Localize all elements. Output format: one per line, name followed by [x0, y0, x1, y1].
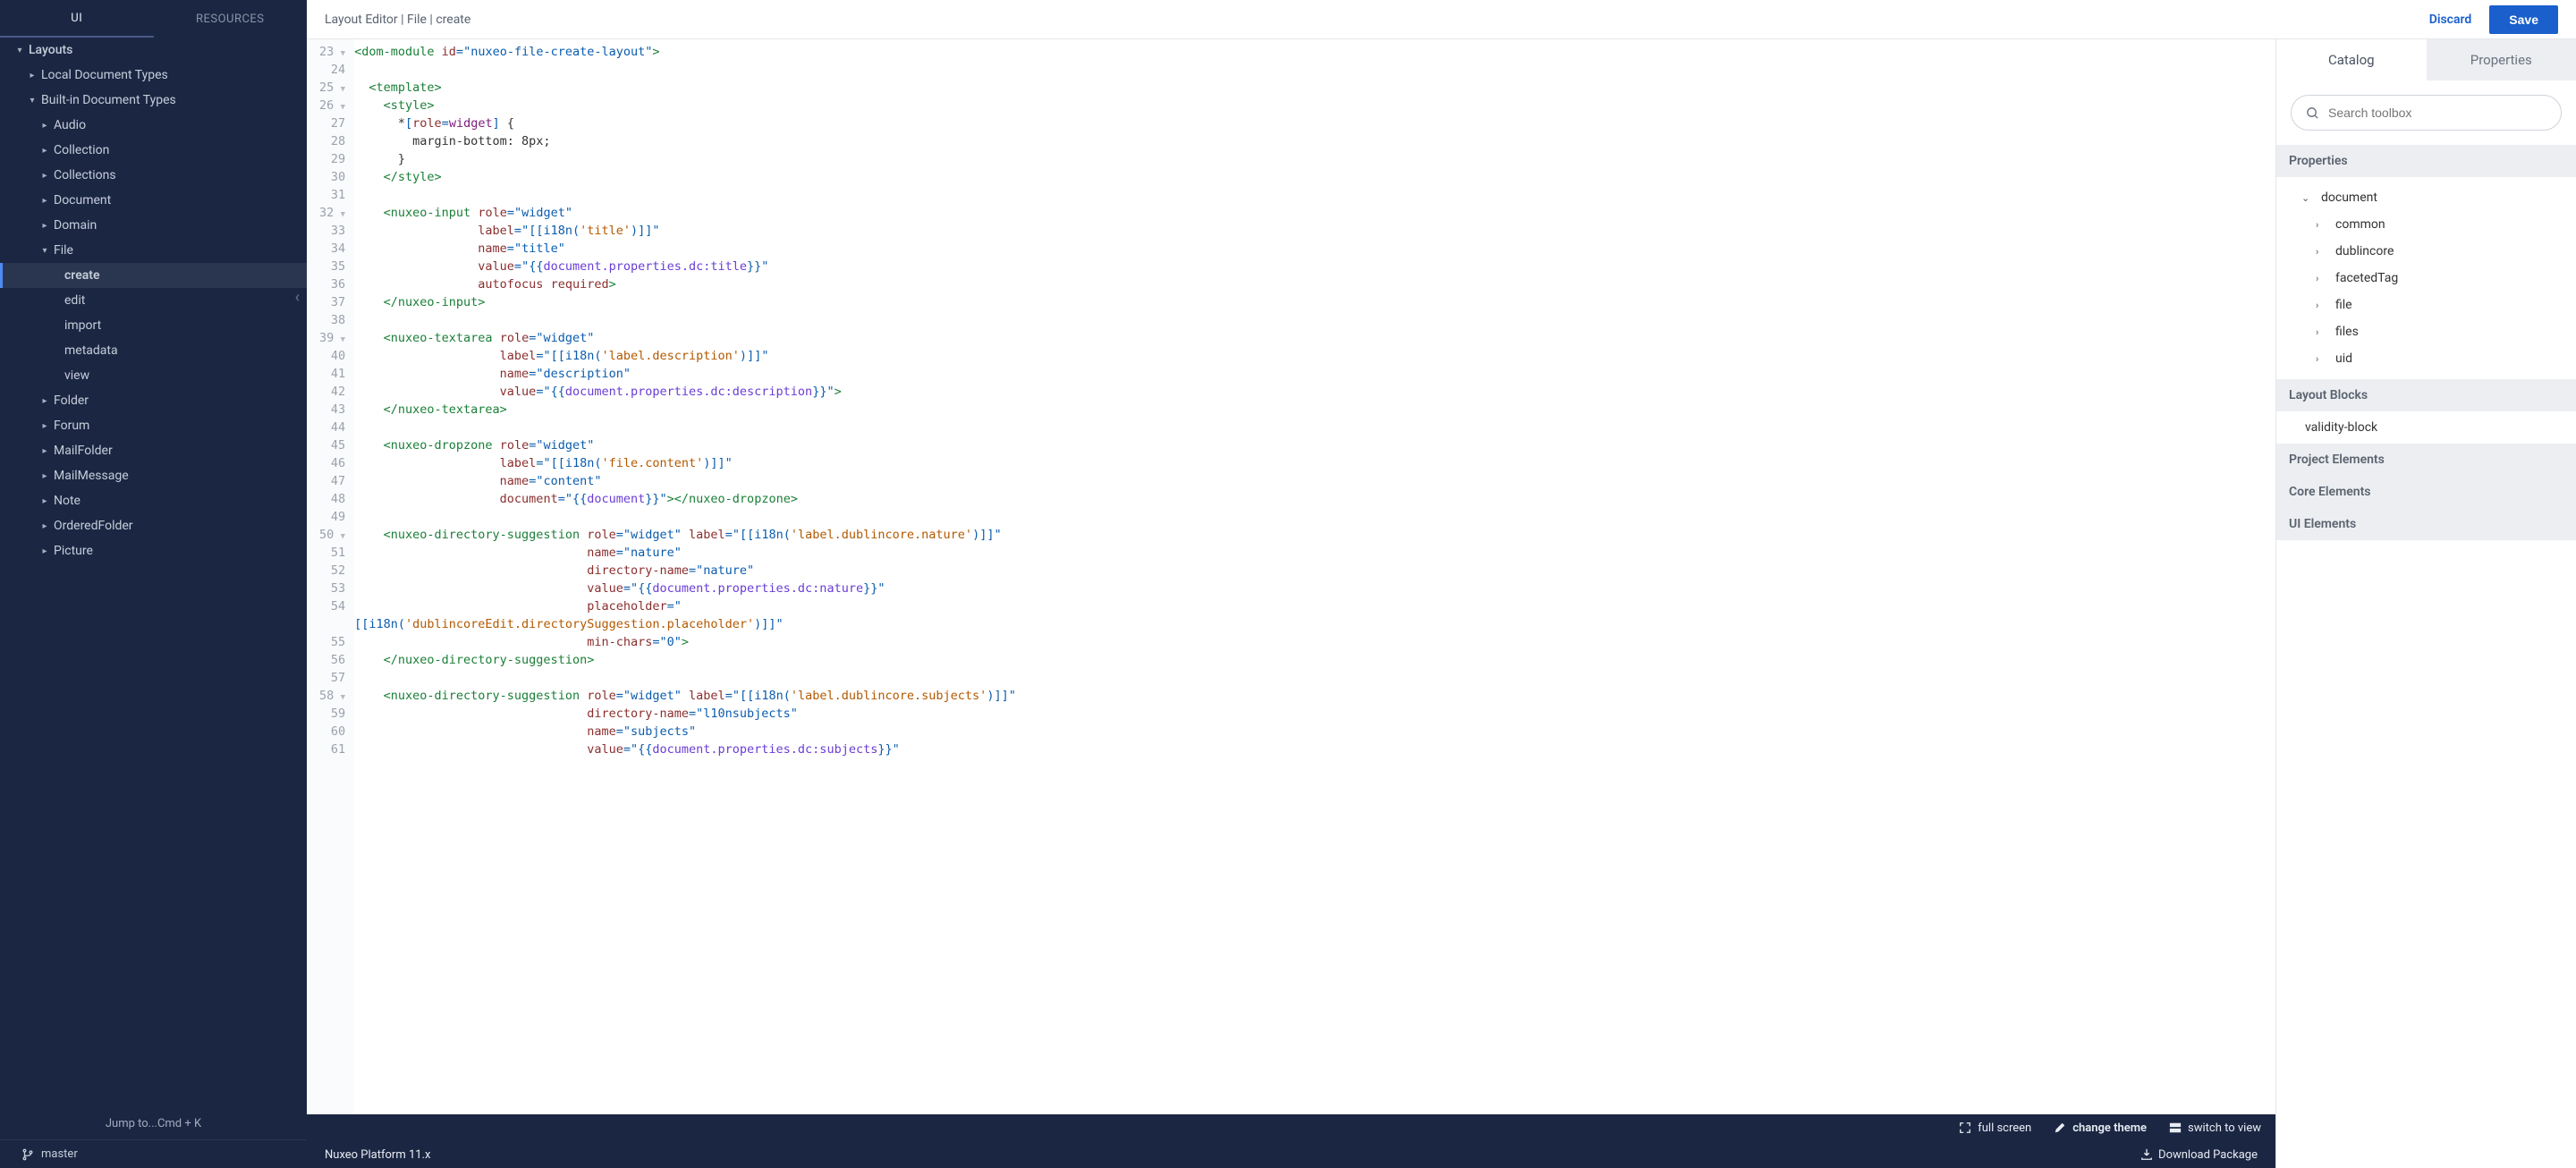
download-label: Download Package: [2158, 1148, 2258, 1162]
sidebar-tree: ▾Layouts ▸Local Document Types ▾Built-in…: [0, 38, 307, 1108]
right-panel-tabs: Catalog Properties: [2276, 39, 2576, 80]
block-validity[interactable]: validity-block: [2276, 411, 2576, 444]
sidebar: UI RESOURCES ▾Layouts ▸Local Document Ty…: [0, 0, 307, 1168]
download-package-button[interactable]: Download Package: [2140, 1148, 2258, 1162]
branch-bar[interactable]: master: [0, 1139, 307, 1168]
tree-item-document[interactable]: ▸Document: [0, 188, 307, 213]
switch-view-button[interactable]: switch to view: [2168, 1121, 2261, 1135]
layout-icon: [2168, 1121, 2182, 1135]
editor-toolbar: full screen change theme switch to view: [307, 1114, 2275, 1141]
main: Layout Editor | File | create Discard Sa…: [307, 0, 2576, 1168]
fullscreen-icon: [1958, 1121, 1972, 1135]
tree-layouts[interactable]: ▾Layouts: [0, 38, 307, 63]
tab-resources[interactable]: RESOURCES: [154, 0, 308, 38]
tab-properties[interactable]: Properties: [2427, 39, 2576, 80]
section-layout-blocks[interactable]: Layout Blocks: [2276, 379, 2576, 411]
tree-item-collection[interactable]: ▸Collection: [0, 138, 307, 163]
code-editor[interactable]: 23 ▼2425 ▼26 ▼272829303132 ▼333435363738…: [307, 39, 2275, 1114]
tree-item-audio[interactable]: ▸Audio: [0, 113, 307, 138]
topbar: Layout Editor | File | create Discard Sa…: [307, 0, 2576, 39]
pencil-icon: [2053, 1121, 2067, 1135]
tree-item-domain[interactable]: ▸Domain: [0, 213, 307, 238]
section-project-elements[interactable]: Project Elements: [2276, 444, 2576, 476]
section-ui-elements[interactable]: UI Elements: [2276, 508, 2576, 540]
sidebar-tabs: UI RESOURCES: [0, 0, 307, 38]
collapse-sidebar-icon[interactable]: ‹: [295, 288, 300, 307]
prop-uid[interactable]: ›uid: [2276, 345, 2576, 372]
properties-tree: ⌄document ›common ›dublincore ›facetedTa…: [2276, 177, 2576, 379]
discard-button[interactable]: Discard: [2429, 13, 2472, 27]
download-icon: [2140, 1148, 2153, 1161]
prop-document[interactable]: ⌄document: [2276, 184, 2576, 211]
tree-item-picture[interactable]: ▸Picture: [0, 538, 307, 563]
tab-ui[interactable]: UI: [0, 0, 154, 38]
prop-files[interactable]: ›files: [2276, 318, 2576, 345]
tree-item-file-view[interactable]: view: [0, 363, 307, 388]
tree-item-collections[interactable]: ▸Collections: [0, 163, 307, 188]
tree-item-file-import[interactable]: import: [0, 313, 307, 338]
fullscreen-label: full screen: [1978, 1121, 2031, 1135]
right-panel: Catalog Properties Properties ⌄document …: [2275, 39, 2576, 1168]
branch-name: master: [41, 1147, 78, 1161]
search-icon: [2306, 106, 2319, 120]
tree-item-mailmessage[interactable]: ▸MailMessage: [0, 463, 307, 488]
search-toolbox[interactable]: [2291, 95, 2562, 131]
tab-catalog[interactable]: Catalog: [2276, 39, 2427, 80]
platform-label: Nuxeo Platform 11.x: [325, 1148, 2140, 1162]
editor-panel: 23 ▼2425 ▼26 ▼272829303132 ▼333435363738…: [307, 39, 2275, 1168]
change-theme-button[interactable]: change theme: [2053, 1121, 2147, 1135]
switch-view-label: switch to view: [2188, 1121, 2261, 1135]
tree-item-file-create[interactable]: create: [0, 263, 307, 288]
change-theme-label: change theme: [2072, 1121, 2147, 1135]
tree-item-orderedfolder[interactable]: ▸OrderedFolder: [0, 513, 307, 538]
prop-common[interactable]: ›common: [2276, 211, 2576, 238]
tree-local-doc-types[interactable]: ▸Local Document Types: [0, 63, 307, 88]
prop-dublincore[interactable]: ›dublincore: [2276, 238, 2576, 265]
jump-to[interactable]: Jump to...Cmd + K: [0, 1108, 307, 1139]
tree-item-file-edit[interactable]: edit: [0, 288, 307, 313]
prop-facetedtag[interactable]: ›facetedTag: [2276, 265, 2576, 292]
footer-bar: Nuxeo Platform 11.x Download Package: [307, 1141, 2275, 1168]
section-properties[interactable]: Properties: [2276, 145, 2576, 177]
tree-item-forum[interactable]: ▸Forum: [0, 413, 307, 438]
editor-gutter: 23 ▼2425 ▼26 ▼272829303132 ▼333435363738…: [307, 39, 354, 1114]
tree-item-file[interactable]: ▾File: [0, 238, 307, 263]
search-input[interactable]: [2328, 106, 2546, 120]
git-branch-icon: [21, 1148, 34, 1161]
tree-item-file-metadata[interactable]: metadata: [0, 338, 307, 363]
section-core-elements[interactable]: Core Elements: [2276, 476, 2576, 508]
tree-item-mailfolder[interactable]: ▸MailFolder: [0, 438, 307, 463]
breadcrumb: Layout Editor | File | create: [325, 13, 2429, 27]
save-button[interactable]: Save: [2489, 5, 2558, 34]
tree-item-note[interactable]: ▸Note: [0, 488, 307, 513]
tree-builtin-doc-types[interactable]: ▾Built-in Document Types: [0, 88, 307, 113]
prop-file[interactable]: ›file: [2276, 292, 2576, 318]
tree-item-folder[interactable]: ▸Folder: [0, 388, 307, 413]
fullscreen-button[interactable]: full screen: [1958, 1121, 2031, 1135]
editor-code[interactable]: <dom-module id="nuxeo-file-create-layout…: [354, 39, 2275, 1114]
